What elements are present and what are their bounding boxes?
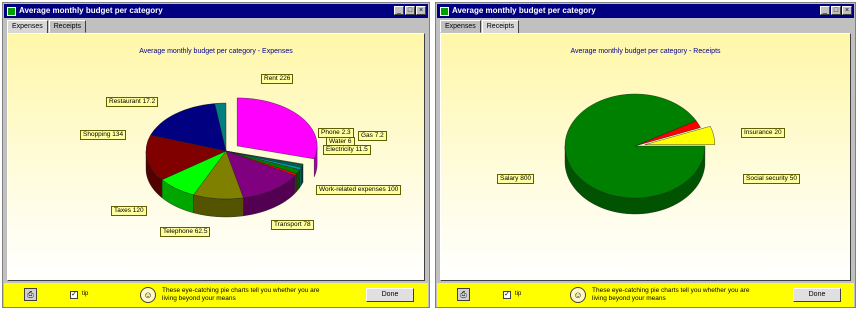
label-gas: Gas 7.2	[358, 131, 387, 141]
tip-text: These eye-catching pie charts tell you w…	[162, 287, 320, 302]
pie-slice-side	[300, 164, 303, 187]
title-bar[interactable]: Average monthly budget per category _ □ …	[437, 4, 854, 18]
label-work-expenses: Work-related expenses 100	[316, 185, 402, 195]
close-icon[interactable]: ×	[842, 6, 852, 15]
window-title: Average monthly budget per category	[19, 6, 163, 15]
pie-slice-side	[294, 173, 297, 194]
print-icon[interactable]: ⎙	[457, 288, 470, 301]
lightbulb-icon: ☺	[570, 287, 586, 303]
label-taxes: Taxes 120	[111, 206, 147, 216]
label-restaurant: Restaurant 17.2	[106, 97, 159, 107]
receipts-window: Average monthly budget per category _ □ …	[435, 2, 856, 308]
expenses-pie-chart	[145, 97, 318, 218]
app-icon	[7, 6, 16, 16]
minimize-icon[interactable]: _	[820, 6, 830, 15]
maximize-icon[interactable]: □	[831, 6, 841, 15]
close-icon[interactable]: ×	[416, 6, 426, 15]
done-button[interactable]: Done	[366, 288, 414, 302]
tip-checkbox-label: tip	[515, 291, 522, 297]
tip-checkbox[interactable]: ✓	[70, 291, 78, 299]
title-bar[interactable]: Average monthly budget per category _ □ …	[4, 4, 428, 18]
chart-panel: Average monthly budget per category - Ex…	[7, 33, 425, 281]
window-title: Average monthly budget per category	[452, 6, 596, 15]
tab-receipts[interactable]: Receipts	[48, 20, 86, 33]
pie-slice-side	[299, 166, 302, 189]
tip-checkbox[interactable]: ✓	[503, 291, 511, 299]
expenses-window: Average monthly budget per category _ □ …	[2, 2, 430, 308]
tip-checkbox-label: tip	[82, 291, 89, 297]
pie-slice	[564, 93, 706, 199]
label-rent: Rent 226	[261, 74, 294, 84]
minimize-icon[interactable]: _	[394, 6, 404, 15]
label-transport: Transport 78	[271, 220, 314, 230]
footer-bar: ⎙ ✓ tip ☺ These eye-catching pie charts …	[437, 283, 854, 307]
label-telephone: Telephone 62.5	[160, 227, 211, 237]
print-icon[interactable]: ⎙	[24, 288, 37, 301]
footer-bar: ⎙ ✓ tip ☺ These eye-catching pie charts …	[4, 283, 428, 307]
label-insurance: Insurance 20	[741, 128, 785, 138]
label-salary: Salary 800	[497, 174, 535, 184]
tip-text: These eye-catching pie charts tell you w…	[592, 287, 750, 302]
tab-expenses[interactable]: Expenses	[440, 20, 481, 33]
chart-panel: Average monthly budget per category - Re…	[440, 33, 851, 281]
receipts-pie-chart	[564, 93, 716, 215]
app-icon	[440, 6, 449, 16]
done-button[interactable]: Done	[793, 288, 841, 302]
label-shopping: Shopping 134	[80, 130, 127, 140]
label-social-security: Social security 50	[743, 174, 800, 184]
label-electricity: Electricity 11.5	[323, 145, 371, 155]
maximize-icon[interactable]: □	[405, 6, 415, 15]
pie-slice	[236, 97, 318, 160]
lightbulb-icon: ☺	[140, 287, 156, 303]
